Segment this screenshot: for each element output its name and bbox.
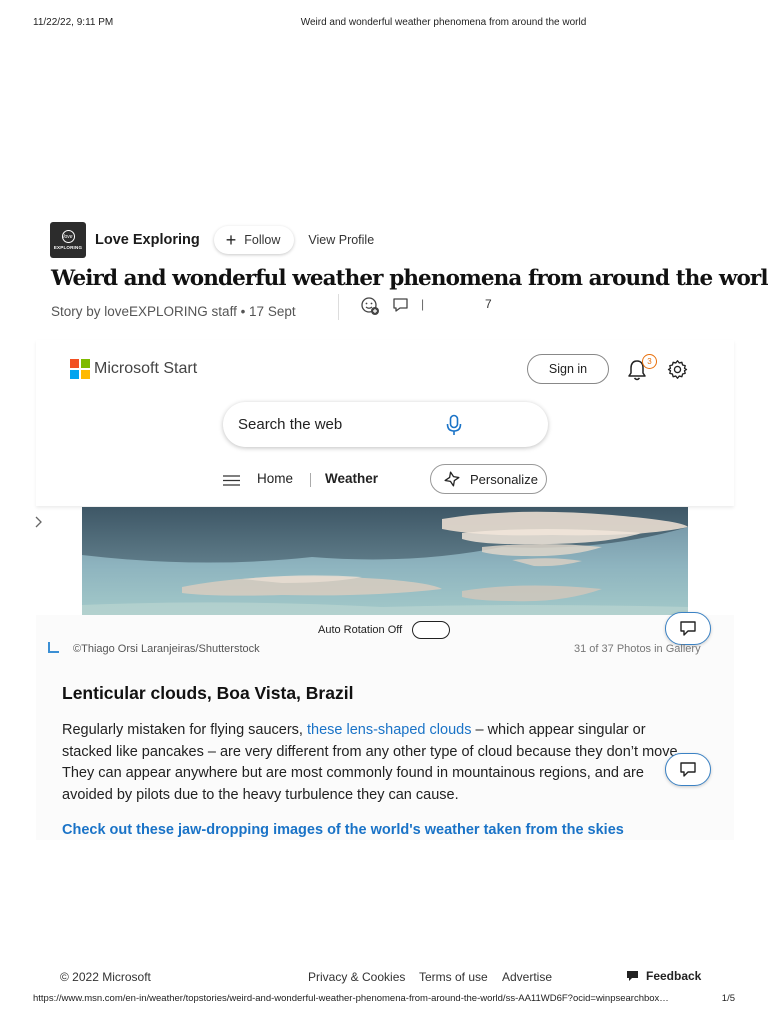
msn-header: Microsoft Start Sign in 3 Home Weather P… bbox=[36, 340, 734, 506]
caption-line: Regularly mistaken for flying saucers, t… bbox=[62, 720, 702, 742]
comment-count: 7 bbox=[485, 297, 492, 311]
search-input[interactable] bbox=[238, 402, 438, 447]
gallery-photo[interactable] bbox=[82, 507, 688, 615]
sidebar-chevron-icon[interactable] bbox=[34, 514, 44, 532]
privacy-link[interactable]: Privacy & Cookies bbox=[308, 970, 405, 984]
brand-name[interactable]: Microsoft Start bbox=[94, 360, 197, 378]
author-logo[interactable]: love EXPLORING bbox=[50, 222, 86, 258]
comment-icon[interactable] bbox=[392, 297, 409, 313]
love-logo-icon: love bbox=[61, 230, 75, 243]
copyright-text: © 2022 Microsoft bbox=[60, 970, 151, 984]
count-separator: | bbox=[421, 297, 425, 311]
hamburger-menu-icon[interactable] bbox=[223, 475, 240, 486]
feedback-icon bbox=[627, 971, 638, 981]
article-byline: Story by loveEXPLORING staff • 17 Sept bbox=[51, 304, 296, 319]
top-nav: Home Weather Personalize bbox=[223, 464, 563, 494]
comment-icon bbox=[680, 762, 696, 777]
plus-icon: + bbox=[225, 230, 237, 250]
auto-rotation-label: Auto Rotation Off bbox=[318, 624, 403, 636]
lenticular-clouds-image bbox=[82, 507, 688, 615]
floating-comment-button[interactable] bbox=[665, 753, 711, 786]
print-url: https://www.msn.com/en-in/weather/topsto… bbox=[33, 993, 669, 1004]
nav-weather[interactable]: Weather bbox=[325, 471, 378, 486]
view-profile-link[interactable]: View Profile bbox=[308, 233, 374, 247]
feedback-label: Feedback bbox=[646, 969, 702, 983]
comment-icon bbox=[680, 621, 696, 636]
reaction-smiley-icon[interactable] bbox=[360, 296, 380, 316]
auto-rotation-control: Auto Rotation Off bbox=[318, 621, 451, 639]
microsoft-logo-icon[interactable] bbox=[70, 359, 90, 379]
author-row: love EXPLORING Love Exploring + Follow V… bbox=[50, 222, 374, 258]
credit-corner-mark bbox=[48, 642, 59, 653]
print-page-number: 1/5 bbox=[721, 993, 735, 1004]
caption-text: – which appear singular or bbox=[471, 722, 646, 738]
personalize-label: Personalize bbox=[470, 471, 538, 487]
feedback-button[interactable]: Feedback bbox=[627, 969, 701, 983]
nav-divider bbox=[310, 473, 311, 487]
author-logo-text: EXPLORING bbox=[53, 245, 83, 250]
notification-badge: 3 bbox=[642, 354, 657, 369]
floating-comment-button[interactable] bbox=[665, 612, 711, 645]
caption-line: stacked like pancakes – are very differe… bbox=[62, 743, 682, 760]
search-box bbox=[223, 402, 548, 447]
byline-divider bbox=[338, 294, 339, 320]
print-header: 11/22/22, 9:11 PM Weird and wonderful we… bbox=[0, 17, 768, 33]
personalize-button[interactable]: Personalize bbox=[430, 464, 547, 494]
caption-body: Regularly mistaken for flying saucers, t… bbox=[62, 720, 702, 806]
terms-link[interactable]: Terms of use bbox=[419, 970, 488, 984]
lens-clouds-link[interactable]: these lens-shaped clouds bbox=[307, 722, 471, 738]
personalize-sparkle-icon bbox=[444, 471, 460, 487]
nav-home[interactable]: Home bbox=[257, 471, 293, 486]
caption-line: They can appear anywhere but are most co… bbox=[62, 765, 644, 781]
photo-count: 31 of 37 Photos in Gallery bbox=[574, 643, 701, 655]
caption-text: Regularly mistaken for flying saucers, bbox=[62, 722, 307, 738]
article-headline: Weird and wonderful weather phenomena fr… bbox=[51, 266, 768, 291]
follow-button[interactable]: + Follow bbox=[213, 226, 295, 254]
related-gallery-link[interactable]: Check out these jaw-dropping images of t… bbox=[62, 822, 624, 838]
author-name[interactable]: Love Exploring bbox=[95, 232, 200, 248]
photo-credit: ©Thiago Orsi Laranjeiras/Shutterstock bbox=[73, 643, 260, 655]
caption-title: Lenticular clouds, Boa Vista, Brazil bbox=[62, 683, 354, 703]
microphone-icon[interactable] bbox=[445, 414, 463, 436]
settings-gear-icon[interactable] bbox=[667, 359, 688, 380]
caption-line: avoided by pilots due to the heavy turbu… bbox=[62, 786, 459, 803]
print-doc-title: Weird and wonderful weather phenomena fr… bbox=[300, 17, 587, 28]
follow-label: Follow bbox=[244, 233, 281, 247]
site-footer: © 2022 Microsoft Privacy & Cookies Terms… bbox=[0, 968, 768, 986]
sign-in-button[interactable]: Sign in bbox=[527, 354, 609, 384]
advertise-link[interactable]: Advertise bbox=[502, 970, 552, 984]
auto-rotation-toggle[interactable] bbox=[412, 621, 451, 639]
print-footer: https://www.msn.com/en-in/weather/topsto… bbox=[0, 993, 768, 1009]
